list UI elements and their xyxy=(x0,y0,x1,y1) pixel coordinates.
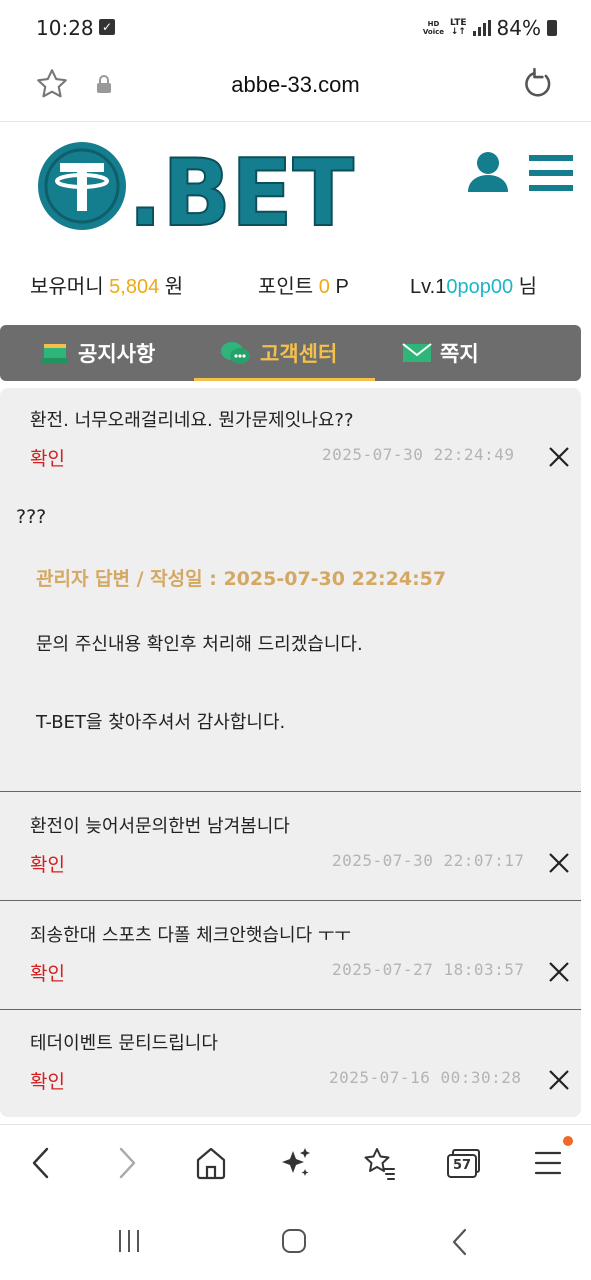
back-icon[interactable] xyxy=(28,1145,54,1181)
account-summary: 보유머니 5,804 원 포인트 0 P Lv.10pop00 님 xyxy=(0,270,591,304)
menu-icon[interactable] xyxy=(534,1145,562,1181)
tabs-button[interactable]: 57 xyxy=(446,1149,480,1179)
home-button-icon[interactable] xyxy=(281,1228,307,1254)
reload-icon[interactable] xyxy=(521,66,555,102)
inquiry-date: 2025-07-30 22:07:17 xyxy=(332,851,525,870)
inquiry-title[interactable]: 환전. 너무오래걸리네요. 뭔가문제잇나요?? xyxy=(30,406,354,432)
system-back-icon[interactable] xyxy=(450,1228,470,1256)
site-header: .BET xyxy=(0,123,591,253)
hd-voice-icon: HD Voice xyxy=(422,20,444,36)
url-text[interactable]: abbe-33.com xyxy=(0,72,591,98)
admin-reply-line: 문의 주신내용 확인후 처리해 드리겠습니다. xyxy=(36,634,363,655)
active-tab-indicator xyxy=(194,378,375,381)
lte-icon: LTE ↓↑ xyxy=(450,18,467,37)
battery-percent: 84% xyxy=(496,16,541,40)
inquiry-body: ??? xyxy=(16,506,47,528)
hamburger-menu-icon[interactable] xyxy=(529,155,573,191)
tab-customer-center[interactable]: 고객센터 xyxy=(220,325,337,381)
status-bar: 10:28 ✓ HD Voice LTE ↓↑ 84% xyxy=(0,0,591,56)
point-balance: 포인트 0 P xyxy=(258,276,349,298)
notification-dot xyxy=(563,1136,573,1146)
forward-icon[interactable] xyxy=(114,1145,140,1181)
money-balance: 보유머니 5,804 원 xyxy=(30,276,184,298)
browser-toolbar: 57 xyxy=(0,1124,591,1200)
point-value: 0 xyxy=(318,276,330,298)
inquiry-list: 환전. 너무오래걸리네요. 뭔가문제잇나요?? 확인 2025-07-30 22… xyxy=(0,388,581,1117)
inquiry-title[interactable]: 환전이 늦어서문의한번 남겨봄니다 xyxy=(30,812,290,838)
sparkle-ai-icon[interactable] xyxy=(280,1145,312,1181)
status-badge: 확인 xyxy=(30,854,65,876)
inquiry-title[interactable]: 죄송한대 스포츠 다폴 체크안햇습니다 ㅜㅜ xyxy=(30,921,351,947)
money-value: 5,804 xyxy=(109,276,160,298)
battery-icon xyxy=(547,20,557,36)
list-item[interactable]: 죄송한대 스포츠 다폴 체크안햇습니다 ㅜㅜ 확인 2025-07-27 18:… xyxy=(0,901,581,1010)
home-icon[interactable] xyxy=(194,1145,228,1181)
status-indicators: HD Voice LTE ↓↑ 84% xyxy=(423,16,557,40)
inquiry-title[interactable]: 테더이벤트 문티드립니다 xyxy=(30,1029,218,1055)
browser-url-bar: abbe-33.com xyxy=(0,56,591,122)
recent-apps-icon[interactable] xyxy=(116,1228,142,1254)
status-badge: 확인 xyxy=(30,963,65,985)
user-account-icon[interactable] xyxy=(466,149,510,193)
close-icon[interactable] xyxy=(548,852,570,874)
tab-count: 57 xyxy=(452,1158,472,1173)
system-navigation-bar xyxy=(0,1200,591,1280)
tab-notice[interactable]: 공지사항 xyxy=(42,325,155,381)
list-item-expanded[interactable]: 환전. 너무오래걸리네요. 뭔가문제잇나요?? 확인 2025-07-30 22… xyxy=(0,388,581,792)
user-level: Lv.10pop00 님 xyxy=(410,276,538,298)
notice-icon xyxy=(42,344,68,363)
checkbox-notification-icon: ✓ xyxy=(99,19,115,35)
admin-reply-header: 관리자 답변 / 작성일 : 2025-07-30 22:24:57 xyxy=(36,568,447,590)
status-time: 10:28 xyxy=(36,16,94,40)
admin-reply-line: T-BET을 찾아주셔서 감사합니다. xyxy=(36,712,286,733)
tbet-logo[interactable]: .BET xyxy=(36,139,358,233)
list-item[interactable]: 테더이벤트 문티드립니다 확인 2025-07-16 00:30:28 xyxy=(0,1010,581,1117)
close-icon[interactable] xyxy=(548,961,570,983)
signal-icon xyxy=(472,20,491,36)
username: 0pop00 xyxy=(446,276,514,298)
chat-bubble-icon xyxy=(221,342,250,364)
bookmarks-icon[interactable] xyxy=(362,1145,396,1181)
inquiry-date: 2025-07-27 18:03:57 xyxy=(332,960,525,979)
logo-text: .BET xyxy=(128,139,354,233)
inquiry-date: 2025-07-30 22:24:49 xyxy=(322,445,515,464)
status-badge: 확인 xyxy=(30,448,65,470)
close-icon[interactable] xyxy=(548,1069,570,1091)
inquiry-date: 2025-07-16 00:30:28 xyxy=(329,1068,522,1087)
tab-messages[interactable]: 쪽지 xyxy=(402,325,479,381)
close-icon[interactable] xyxy=(548,446,570,468)
board-tabs: 공지사항 고객센터 쪽지 xyxy=(0,325,581,381)
envelope-icon xyxy=(402,343,432,362)
status-badge: 확인 xyxy=(30,1071,65,1093)
list-item[interactable]: 환전이 늦어서문의한번 남겨봄니다 확인 2025-07-30 22:07:17 xyxy=(0,792,581,901)
